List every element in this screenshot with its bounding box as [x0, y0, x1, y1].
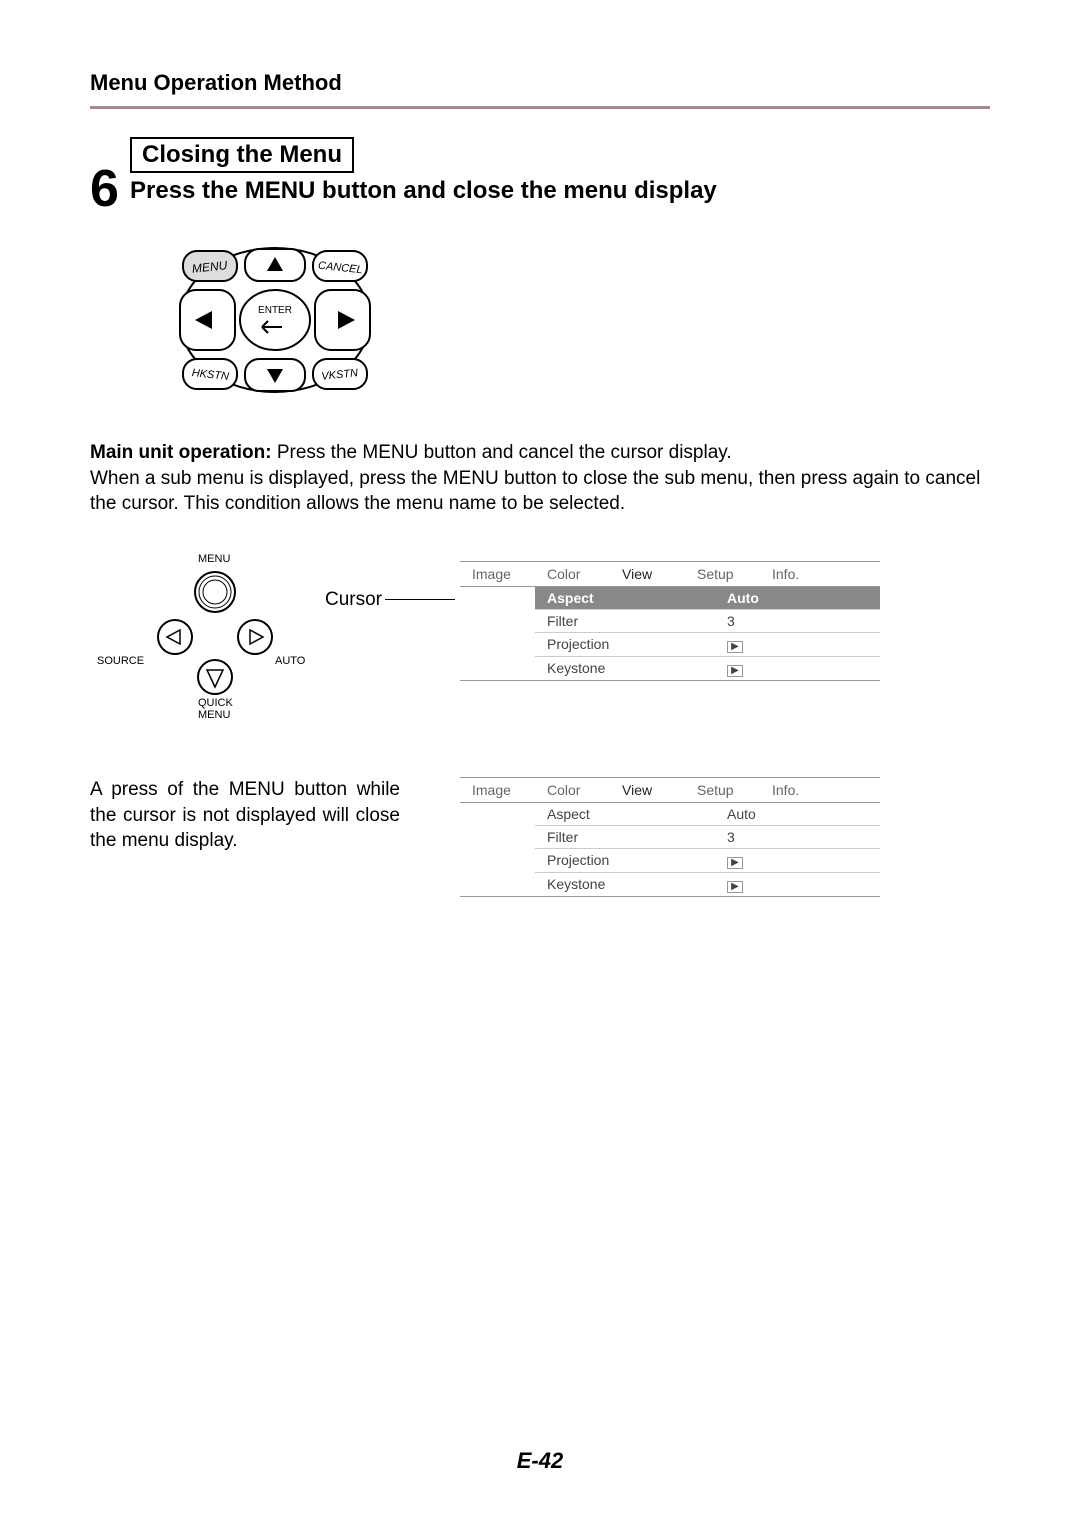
- pad-quick-label1: QUICK: [198, 697, 233, 709]
- step-number: 6: [90, 159, 119, 219]
- osd2-tab-color: Color: [535, 778, 610, 802]
- step-box-title: Closing the Menu: [130, 137, 354, 173]
- osd1-tab-info: Info.: [760, 562, 835, 586]
- step-subtitle: Press the MENU button and close the menu…: [130, 177, 990, 205]
- page-number: E-42: [0, 1448, 1080, 1474]
- main-operation-text: Main unit operation: Press the MENU butt…: [90, 440, 990, 517]
- osd1-tab-view: View: [610, 562, 685, 586]
- pad-auto-label: AUTO: [275, 655, 305, 667]
- remote-enter-label: ENTER: [258, 305, 292, 316]
- osd2-area: Image Color View Setup Info. Aspect Auto…: [420, 777, 990, 897]
- main-op-label: Main unit operation:: [90, 442, 272, 463]
- page: Menu Operation Method 6 Closing the Menu…: [0, 0, 1080, 1529]
- osd1-projection-arrow-icon: ▶: [727, 641, 743, 653]
- control-pad: MENU SOURCE AUTO QUICK MENU: [145, 557, 285, 727]
- header-title: Menu Operation Method: [90, 70, 990, 96]
- osd1-row-keystone: Keystone ▶: [535, 657, 880, 680]
- osd-table-1: Image Color View Setup Info. Aspect Auto…: [460, 561, 880, 681]
- remote-svg: MENU CANCEL HKSTN VKSTN: [150, 235, 400, 405]
- osd1-tab-image: Image: [460, 562, 535, 586]
- osd1-row-projection: Projection ▶: [535, 633, 880, 657]
- lower-text: A press of the MENU button while the cur…: [90, 777, 420, 897]
- osd2-tabs: Image Color View Setup Info.: [460, 778, 880, 803]
- osd2-tab-setup: Setup: [685, 778, 760, 802]
- osd2-row-projection: Projection ▶: [535, 849, 880, 873]
- osd2-keystone-arrow-icon: ▶: [727, 881, 743, 893]
- main-op-line1: Press the MENU button and cancel the cur…: [272, 442, 732, 463]
- cursor-label: Cursor: [325, 589, 382, 611]
- step-section: 6 Closing the Menu Press the MENU button…: [90, 137, 990, 205]
- osd2-tab-image: Image: [460, 778, 535, 802]
- osd1-row-filter: Filter 3: [535, 610, 880, 633]
- osd-table-2: Image Color View Setup Info. Aspect Auto…: [460, 777, 880, 897]
- control-pad-area: MENU SOURCE AUTO QUICK MENU: [90, 547, 340, 727]
- osd2-tab-view: View: [610, 778, 685, 802]
- osd2-tab-info: Info.: [760, 778, 835, 802]
- osd1-keystone-arrow-icon: ▶: [727, 665, 743, 677]
- osd1-tabs: Image Color View Setup Info.: [460, 562, 880, 587]
- remote-diagram: MENU CANCEL HKSTN VKSTN: [150, 235, 990, 410]
- lower-row: A press of the MENU button while the cur…: [90, 777, 990, 897]
- pad-source-label: SOURCE: [97, 655, 144, 667]
- osd2-row-filter: Filter 3: [535, 826, 880, 849]
- header-rule: [90, 106, 990, 109]
- pad-menu-label: MENU: [198, 553, 230, 565]
- main-op-line2: When a sub menu is displayed, press the …: [90, 468, 980, 515]
- middle-row: MENU SOURCE AUTO QUICK MENU Cursor Image…: [90, 547, 990, 727]
- osd1-tab-color: Color: [535, 562, 610, 586]
- osd1-area: Cursor Image Color View Setup Info. Aspe…: [340, 547, 990, 727]
- cursor-leader-line: [385, 599, 455, 600]
- pad-quick-label2: MENU: [198, 709, 230, 721]
- osd2-row-keystone: Keystone ▶: [535, 873, 880, 896]
- osd1-row-aspect: Aspect Auto: [535, 587, 880, 610]
- osd1-tab-setup: Setup: [685, 562, 760, 586]
- osd2-projection-arrow-icon: ▶: [727, 857, 743, 869]
- osd2-row-aspect: Aspect Auto: [535, 803, 880, 826]
